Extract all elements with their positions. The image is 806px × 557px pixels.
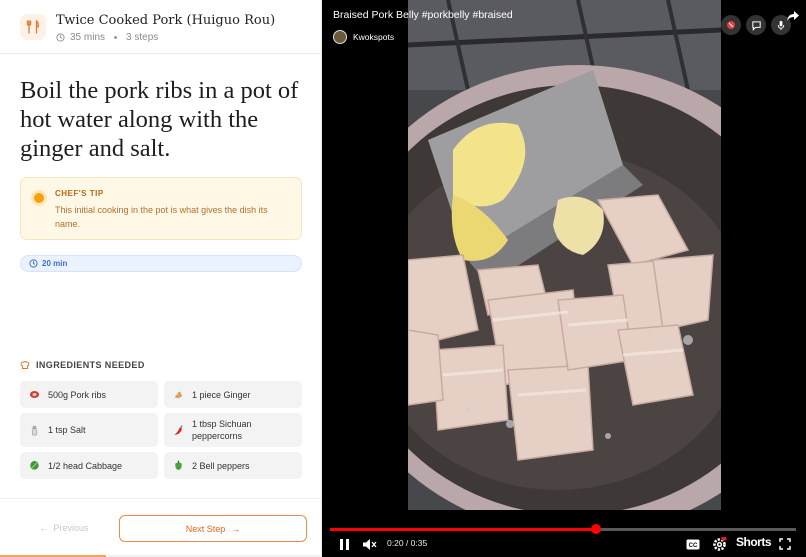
fullscreen-button[interactable] (777, 536, 793, 552)
ingredient-label: 1/2 head Cabbage (48, 460, 123, 471)
ingredient-item: 500g Pork ribs (20, 381, 158, 408)
recipe-header: Twice Cooked Pork (Huiguo Rou) 35 mins 3… (0, 0, 322, 54)
ingredient-item: 2 Bell peppers (164, 452, 302, 479)
tip-label: CHEF'S TIP (55, 189, 104, 198)
next-label: Next Step (185, 523, 226, 534)
shorts-link[interactable]: Shorts (736, 535, 772, 549)
recipe-duration: 35 mins (70, 32, 106, 43)
previous-button[interactable]: ← Previous (26, 518, 102, 538)
video-seek-bar[interactable] (330, 524, 796, 534)
step-timer[interactable]: 20 min (20, 255, 302, 272)
volume-muted-icon (362, 538, 377, 550)
tip-text: This initial cooking in the pot is what … (55, 205, 268, 229)
ingredient-item: 1/2 head Cabbage (20, 452, 158, 479)
timer-label: 20 min (42, 259, 68, 268)
chef-hat-icon (20, 360, 30, 369)
chef-tip-card: CHEF'S TIP This initial cooking in the p… (20, 177, 302, 240)
clock-icon (56, 33, 65, 42)
utensils-icon (20, 14, 46, 40)
ingredient-label: 500g Pork ribs (48, 389, 107, 400)
video-controls: 0:20 / 0:35 CC Shorts (322, 532, 806, 557)
salt-shaker-icon (28, 424, 40, 436)
ingredient-label: 2 Bell peppers (192, 460, 250, 471)
ingredient-label: 1 piece Ginger (192, 389, 251, 400)
video-title[interactable]: Braised Pork Belly #porkbelly #braised (333, 9, 513, 21)
video-time: 0:20 / 0:35 (387, 538, 428, 548)
ingredient-label: 1 tsp Salt (48, 425, 86, 435)
ingredients-heading-text: INGREDIENTS NEEDED (36, 360, 145, 370)
share-button[interactable] (784, 8, 802, 24)
video-content-image (408, 0, 721, 510)
comment-icon (751, 20, 761, 31)
channel-name[interactable]: Kwokspots (353, 32, 394, 42)
comments-button[interactable] (746, 15, 766, 35)
chili-pepper-icon (172, 424, 184, 436)
tip-indicator-icon (34, 193, 44, 203)
ingredient-label: 1 tbsp Sichuan peppercorns (192, 419, 252, 441)
ingredients-heading: INGREDIENTS NEEDED (20, 360, 145, 370)
mute-button[interactable] (360, 535, 378, 553)
fullscreen-icon (779, 538, 791, 550)
channel-info[interactable]: Kwokspots (333, 30, 394, 44)
ingredient-item: 1 tbsp Sichuan peppercorns (164, 413, 302, 447)
meta-separator (114, 36, 118, 39)
meat-icon (28, 389, 40, 401)
step-navigation: ← Previous Next Step → (0, 498, 322, 557)
gear-icon (712, 536, 726, 551)
video-played-progress (330, 528, 596, 531)
pause-button[interactable] (336, 535, 352, 553)
arrow-left-icon: ← (39, 523, 49, 533)
video-frame[interactable] (408, 0, 721, 510)
next-step-button[interactable]: Next Step → (119, 515, 307, 542)
channel-avatar[interactable] (333, 30, 347, 44)
ginger-icon (172, 389, 184, 401)
svg-text:CC: CC (689, 543, 698, 549)
ingredient-item: 1 piece Ginger (164, 381, 302, 408)
bell-pepper-icon (172, 460, 184, 472)
recipe-step-count: 3 steps (126, 32, 159, 43)
video-player[interactable]: Braised Pork Belly #porkbelly #braised K… (322, 0, 806, 557)
previous-label: Previous (53, 523, 89, 533)
captions-button[interactable]: CC (685, 536, 701, 552)
timer-clock-icon (29, 259, 38, 268)
pause-icon (339, 538, 349, 550)
closed-captions-icon: CC (686, 539, 700, 549)
share-arrow-icon (787, 11, 799, 21)
cabbage-icon (28, 460, 40, 472)
step-instruction: Boil the pork ribs in a pot of hot water… (20, 77, 299, 162)
thumb-down-icon (727, 21, 735, 29)
dislike-button[interactable] (721, 15, 741, 35)
settings-button[interactable] (710, 535, 728, 553)
ingredient-item: 1 tsp Salt (20, 413, 158, 447)
arrow-right-icon: → (231, 523, 241, 534)
recipe-title: Twice Cooked Pork (Huiguo Rou) (56, 13, 276, 28)
recipe-panel: Twice Cooked Pork (Huiguo Rou) 35 mins 3… (0, 0, 322, 557)
recipe-meta: 35 mins 3 steps (56, 32, 158, 43)
